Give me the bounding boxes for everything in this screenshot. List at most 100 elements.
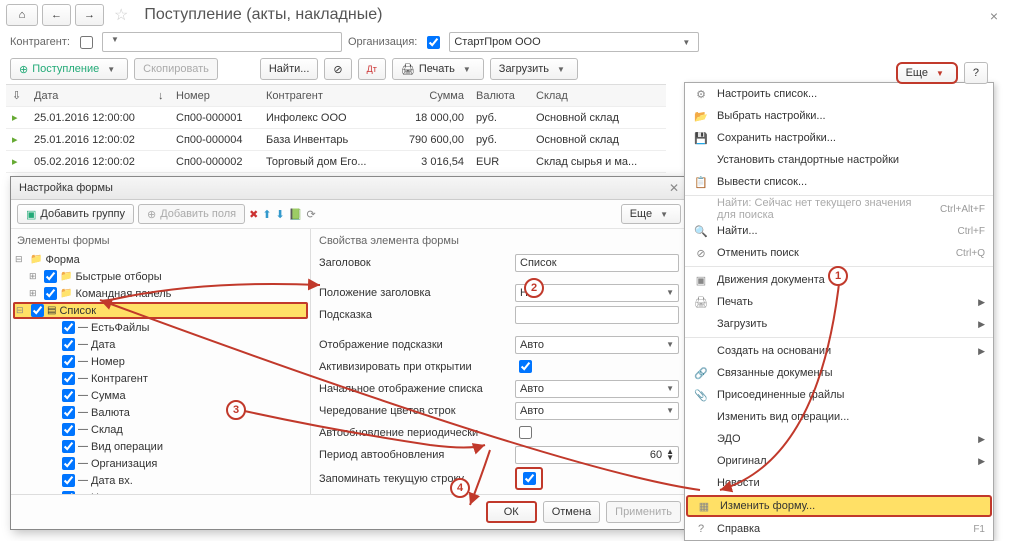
tree-item[interactable]: — Сумма [13,387,308,404]
move-down-icon[interactable]: ⬇ [276,208,285,221]
prop-input[interactable]: Список [515,254,679,272]
book-icon[interactable]: 📗 [289,208,303,221]
dialog-title: Настройка формы [19,182,113,194]
tree-item[interactable]: ⊞ 📁 Быстрые отборы [13,268,308,285]
annotation-1: 1 [828,266,848,286]
dt-button[interactable]: Дт [358,58,386,80]
menu-item-label: Загрузить [717,318,970,330]
tree-item[interactable]: — Дата вх. [13,472,308,489]
close-icon[interactable]: × [990,8,998,24]
star-icon[interactable]: ☆ [114,5,128,25]
menu-item[interactable]: ⚙ Настроить список... [685,83,993,105]
menu-item[interactable]: Создать на основании ▶ [685,340,993,362]
forward-button[interactable]: → [75,4,104,26]
table-row[interactable]: ▸ 05.02.2016 12:00:02 Сп00-000002Торговы… [6,151,666,173]
load-button[interactable]: Загрузить▼ [490,58,578,80]
menu-item-label: Изменить вид операции... [717,411,985,423]
copy-button[interactable]: Скопировать [134,58,218,80]
table-row[interactable]: ▸ 25.01.2016 12:00:02 Сп00-000004База Ин… [6,129,666,151]
org-check[interactable] [427,36,440,49]
cancel-button[interactable]: Отмена [543,501,600,523]
add-fields-button[interactable]: ⊕Добавить поля [138,204,245,224]
home-button[interactable]: ⌂ [6,4,38,26]
main-grid: ⇩ Дата ↓ Номер Контрагент Сумма Валюта С… [6,84,666,173]
menu-item-icon: 📋 [693,176,709,189]
org-input[interactable]: СтартПром ООО ▼ [449,32,699,52]
back-button[interactable]: ← [42,4,71,26]
col-num[interactable]: Номер [170,90,260,102]
menu-item[interactable]: 🔍 Найти... Ctrl+F [685,220,993,242]
find-button[interactable]: Найти... [260,58,319,80]
help-button[interactable]: ? [964,62,988,84]
tree-item[interactable]: — Вид операции [13,438,308,455]
menu-item-label: Печать [717,296,970,308]
prop-label: Чередование цветов строк [319,405,509,417]
menu-item[interactable]: Оригинал ▶ [685,450,993,472]
contragent-input[interactable]: ▼ [102,32,342,52]
menu-item[interactable]: Найти: Сейчас нет текущего значения для … [685,198,993,220]
tree-item[interactable]: — Валюта [13,404,308,421]
prop-checkbox[interactable] [523,472,536,485]
move-up-icon[interactable]: ⬆ [262,208,271,221]
chevron-right-icon: ▶ [978,297,985,308]
menu-item[interactable]: Установить стандортные настройки [685,149,993,171]
menu-item[interactable]: ▦ Изменить форму... [686,495,992,517]
menu-item[interactable]: 💾 Сохранить настройки... [685,127,993,149]
menu-item[interactable]: ⊘ Отменить поиск Ctrl+Q [685,242,993,264]
menu-item[interactable]: Загрузить ▶ [685,313,993,335]
menu-item[interactable]: 📎 Присоединенные файлы [685,384,993,406]
menu-item[interactable]: 📂 Выбрать настройки... [685,105,993,127]
prop-label: Автообновление периодически [319,427,509,439]
refresh-icon[interactable]: ⟳ [306,208,315,221]
delete-icon[interactable]: ✖ [249,208,258,221]
menu-item[interactable]: Изменить вид операции... [685,406,993,428]
dialog-close-icon[interactable]: ✕ [669,181,679,195]
prop-checkbox[interactable] [519,360,532,373]
menu-item[interactable]: 📋 Вывести список... [685,171,993,193]
col-date[interactable]: Дата [28,90,158,102]
contragent-check[interactable] [80,36,93,49]
col-sum[interactable]: Сумма [380,90,470,102]
prop-input[interactable]: Авто▼ [515,336,679,354]
prop-input[interactable]: Авто▼ [515,402,679,420]
tree-item[interactable]: — Склад [13,421,308,438]
prop-label: Заголовок [319,257,509,269]
table-row[interactable]: ▸ 25.01.2016 12:00:00 Сп00-000001Инфолек… [6,107,666,129]
col-contr[interactable]: Контрагент [260,90,380,102]
prop-spinner[interactable]: 60▲▼ [515,446,679,464]
tree-item-label: Дата [91,339,115,351]
prop-input[interactable]: Авто▼ [515,380,679,398]
receipt-button[interactable]: ⊕Поступление▼ [10,58,128,80]
tree-item[interactable]: — Контрагент [13,370,308,387]
tree-item[interactable]: — ЕстьФайлы [13,319,308,336]
page-title: Поступление (акты, накладные) [144,6,382,24]
more-button[interactable]: Еще▼ [896,62,958,84]
tree-item[interactable]: ⊟ ▤ Список [13,302,308,319]
menu-item[interactable]: Новости [685,472,993,494]
col-cur[interactable]: Валюта [470,90,530,102]
add-group-button[interactable]: ▣Добавить группу [17,204,134,224]
tree-item[interactable]: ⊟ 📁 Форма [13,251,308,268]
ok-button[interactable]: ОК [486,501,537,523]
prop-row: Активизировать при открытии [319,357,679,376]
prop-input[interactable] [515,306,679,324]
col-flag[interactable]: ⇩ [6,89,28,102]
print-button[interactable]: 🖨Печать▼ [392,58,484,80]
menu-item[interactable]: 🖨 Печать ▶ [685,291,993,313]
prop-row: Запоминать текущую строку [319,467,679,490]
tree-item[interactable]: — Организация [13,455,308,472]
col-wh[interactable]: Склад [530,90,660,102]
tree-item[interactable]: ⊞ 📁 Командная панель [13,285,308,302]
tree-item[interactable]: — Номер [13,353,308,370]
menu-item[interactable]: ? Справка F1 [685,518,993,540]
menu-item[interactable]: ЭДО ▶ [685,428,993,450]
cancel-find-button[interactable]: ⊘ [324,58,351,80]
org-label: Организация: [348,36,417,48]
tree-item[interactable]: — Дата [13,336,308,353]
menu-item-label: Оригинал [717,455,970,467]
prop-checkbox[interactable] [519,426,532,439]
apply-button[interactable]: Применить [606,501,681,523]
dialog-more-button[interactable]: Еще▼ [621,204,681,224]
menu-item[interactable]: 🔗 Связанные документы [685,362,993,384]
org-value: СтартПром ООО [454,36,540,48]
